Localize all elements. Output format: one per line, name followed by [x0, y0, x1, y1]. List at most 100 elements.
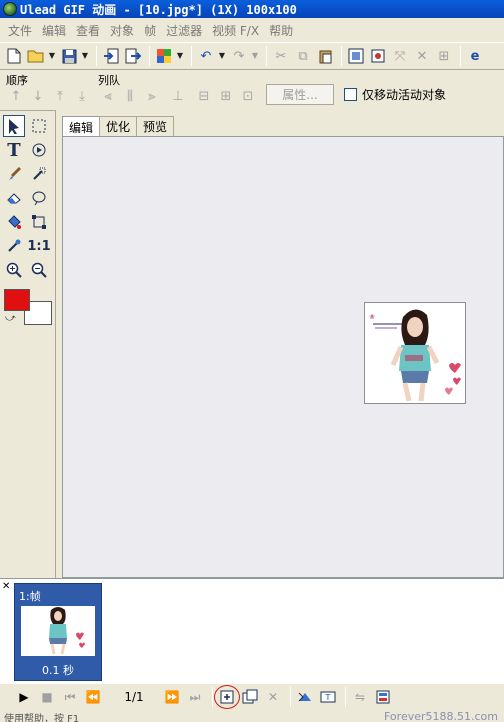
frame-properties-icon[interactable]: [373, 687, 393, 707]
svg-text:❀: ❀: [369, 313, 375, 321]
eraser-tool-icon[interactable]: [3, 187, 25, 209]
duplicate-frame-icon[interactable]: [240, 687, 260, 707]
palette-dropdown-icon[interactable]: ▼: [176, 46, 184, 66]
menu-frame[interactable]: 帧: [139, 22, 161, 39]
first-frame-icon[interactable]: ⏮: [60, 687, 80, 707]
distribute-grid-icon[interactable]: ⊡: [240, 88, 256, 104]
move-active-only-option[interactable]: 仅移动活动对象: [344, 86, 446, 103]
frame-counter: 1/1: [124, 690, 144, 704]
save-icon[interactable]: [59, 46, 79, 66]
rotate-icon[interactable]: [368, 46, 388, 66]
menu-filter[interactable]: 过滤器: [161, 22, 207, 39]
ellipse-select-tool-icon[interactable]: [28, 187, 50, 209]
move-bottom-icon[interactable]: ⤓: [74, 88, 90, 104]
previous-frame-icon[interactable]: ⏪: [83, 687, 103, 707]
crop-icon[interactable]: [346, 46, 366, 66]
pointer-tool-icon[interactable]: [3, 115, 25, 137]
redo-icon[interactable]: ↷: [229, 46, 249, 66]
last-frame-icon[interactable]: ⏭: [185, 687, 205, 707]
delete-frame-icon[interactable]: ✕: [263, 687, 283, 707]
object-order-icons: ↑ ↓ ⤒ ⤓ ⫷ ⫼ ⫸ ⊥ ⊟ ⊞ ⊡: [8, 88, 262, 104]
paint-bucket-tool-icon[interactable]: [3, 211, 25, 233]
frame-thumbnail[interactable]: 1:帧 0.1 秒: [14, 583, 102, 681]
eyedropper-tool-icon[interactable]: [3, 235, 25, 257]
menu-bar: 文件 编辑 查看 对象 帧 过滤器 视频 F/X 帮助: [0, 20, 504, 40]
copy-icon[interactable]: ⧉: [293, 46, 313, 66]
zoom-out-tool-icon[interactable]: [28, 259, 50, 281]
svg-text:T: T: [325, 693, 331, 702]
add-frame-icon[interactable]: [214, 685, 240, 709]
girl-photo-image: ❀: [365, 303, 465, 403]
ulead-gif-animator-window: Ulead GIF 动画 - [10.jpg*] (1X) 100x100 文件…: [0, 0, 504, 722]
frame-image[interactable]: ❀: [364, 302, 466, 404]
swap-colors-icon[interactable]: ⤻: [5, 313, 16, 324]
view-tabs: 编辑 优化 预览: [62, 116, 175, 137]
cut-icon[interactable]: ✂: [271, 46, 291, 66]
open-dropdown-icon[interactable]: ▼: [48, 46, 56, 66]
optimize-icon[interactable]: ✕: [412, 46, 432, 66]
color-palette-icon[interactable]: [154, 46, 174, 66]
main-toolbar: ▼ ▼ ▼ ↶ ▼ ↷ ▼ ✂ ⧉ ⤧ ✕ ⊞ e: [0, 42, 504, 70]
distribute-h-icon[interactable]: ⊟: [196, 88, 212, 104]
new-file-icon[interactable]: [4, 46, 24, 66]
move-up-icon[interactable]: ↑: [8, 88, 24, 104]
move-down-icon[interactable]: ↓: [30, 88, 46, 104]
edit-canvas[interactable]: ❀: [62, 136, 504, 578]
magic-wand-tool-icon[interactable]: [28, 163, 50, 185]
status-bar: 使用帮助，按 F1 Forever5188.51.com: [0, 710, 504, 722]
tween-icon[interactable]: [295, 687, 315, 707]
actual-size-tool-icon[interactable]: 1:1: [27, 235, 50, 257]
tool-panel: T 1:1 ⤻: [0, 110, 56, 578]
export-icon[interactable]: [123, 46, 143, 66]
tab-optimize[interactable]: 优化: [99, 116, 138, 136]
window-title: Ulead GIF 动画 - [10.jpg*] (1X) 100x100: [20, 2, 297, 17]
move-top-icon[interactable]: ⤒: [52, 88, 68, 104]
menu-object[interactable]: 对象: [105, 22, 139, 39]
menu-edit[interactable]: 编辑: [37, 22, 71, 39]
browser-icon[interactable]: e: [465, 46, 485, 66]
paste-icon[interactable]: [315, 46, 335, 66]
watermark-text: Forever5188.51.com: [384, 710, 498, 722]
align-center-icon[interactable]: ⫼: [122, 88, 138, 104]
frame-delay-label: 0.1 秒: [42, 664, 74, 677]
foreground-color-swatch[interactable]: [4, 289, 30, 311]
status-text: 使用帮助，按 F1: [4, 714, 80, 722]
import-icon[interactable]: [101, 46, 121, 66]
close-panel-icon[interactable]: ✕: [2, 581, 10, 592]
attributes-button[interactable]: 属性...: [266, 84, 334, 105]
stop-icon[interactable]: ■: [37, 687, 57, 707]
transform-tool-icon[interactable]: [28, 211, 50, 233]
resize-icon[interactable]: ⤧: [390, 46, 410, 66]
lasso-tool-icon[interactable]: [28, 139, 50, 161]
align-bottom-icon[interactable]: ⊥: [170, 88, 186, 104]
object-toolbar: 顺序 列队 ↑ ↓ ⤒ ⤓ ⫷ ⫼ ⫸ ⊥ ⊟ ⊞ ⊡ 属性... 仅移动活动对…: [0, 70, 504, 108]
next-frame-icon[interactable]: ⏩: [162, 687, 182, 707]
undo-dropdown-icon[interactable]: ▼: [218, 46, 226, 66]
frame-thumbnail-image: [21, 606, 95, 656]
align-right-icon[interactable]: ⫸: [144, 88, 160, 104]
move-active-only-checkbox[interactable]: [344, 88, 357, 101]
play-icon[interactable]: ▶: [14, 687, 34, 707]
tab-edit[interactable]: 编辑: [62, 116, 101, 137]
preview-icon[interactable]: ⊞: [434, 46, 454, 66]
toolbar-separator: [96, 46, 97, 66]
banner-text-icon[interactable]: T: [318, 687, 338, 707]
menu-video-fx[interactable]: 视频 F/X: [207, 22, 264, 39]
menu-file[interactable]: 文件: [3, 22, 37, 39]
toolbar-separator: [266, 46, 267, 66]
align-left-icon[interactable]: ⫷: [100, 88, 116, 104]
undo-icon[interactable]: ↶: [196, 46, 216, 66]
tab-preview[interactable]: 预览: [136, 116, 175, 136]
open-folder-icon[interactable]: [26, 46, 46, 66]
marquee-tool-icon[interactable]: [28, 115, 50, 137]
menu-help[interactable]: 帮助: [264, 22, 298, 39]
menu-view[interactable]: 查看: [71, 22, 105, 39]
distribute-v-icon[interactable]: ⊞: [218, 88, 234, 104]
redo-dropdown-icon[interactable]: ▼: [251, 46, 259, 66]
brush-tool-icon[interactable]: [3, 163, 25, 185]
text-tool-icon[interactable]: T: [3, 139, 25, 161]
zoom-in-tool-icon[interactable]: [3, 259, 25, 281]
highlight-circle: [214, 685, 240, 709]
reverse-frames-icon[interactable]: ⇋: [350, 687, 370, 707]
save-dropdown-icon[interactable]: ▼: [81, 46, 89, 66]
